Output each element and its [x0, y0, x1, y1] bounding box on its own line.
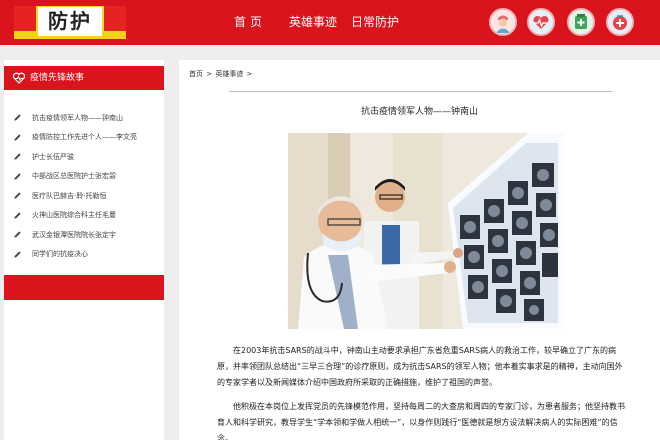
divider: [229, 91, 612, 92]
sidebar: 疫情先锋故事 抗击疫情领军人物——钟南山 疫情防控工作先进个人——李文亮 护士长…: [4, 60, 164, 440]
top-header: 防护 首页 英雄事迹 日常防护: [0, 0, 660, 45]
breadcrumb-tail: >: [244, 70, 253, 78]
list-item-label: 同学们的抗疫决心: [32, 250, 88, 259]
list-item-label: 疫情防控工作先进个人——李文亮: [32, 133, 137, 142]
list-item[interactable]: 护士长伍严骏: [4, 147, 164, 167]
pencil-icon: [14, 251, 21, 258]
list-item[interactable]: 中部战区总医院护士张宏碧: [4, 167, 164, 187]
list-item-label: 医疗队巴赫吉·聆·托勒恒: [32, 191, 107, 200]
breadcrumb-home[interactable]: 首页: [189, 70, 203, 78]
pencil-icon: [14, 192, 21, 199]
nurse-avatar-icon[interactable]: [489, 8, 517, 36]
list-item[interactable]: 医疗队巴赫吉·聆·托勒恒: [4, 186, 164, 206]
pencil-icon: [14, 231, 21, 238]
pencil-icon: [14, 114, 21, 121]
logo-text: 防护: [48, 9, 92, 33]
list-item[interactable]: 火神山医院综合科主任毛蔓: [4, 206, 164, 226]
breadcrumb: 首页 > 英雄事迹 >: [189, 69, 253, 79]
story-list: 抗击疫情领军人物——钟南山 疫情防控工作先进个人——李文亮 护士长伍严骏 中部战…: [4, 108, 164, 264]
heart-pulse-icon: [12, 72, 26, 84]
article-title: 抗击疫情领军人物——钟南山: [360, 107, 478, 117]
site-logo[interactable]: 防护: [14, 6, 126, 39]
sidebar-title: 疫情先锋故事: [30, 73, 85, 83]
article-panel: 首页 > 英雄事迹 > 抗击疫情领军人物——钟南山 在2003年抗击SARS的战…: [179, 60, 660, 440]
list-item[interactable]: 同学们的抗疫决心: [4, 245, 164, 265]
nav-hero-stories[interactable]: 英雄事迹: [289, 0, 337, 45]
first-aid-icon[interactable]: [606, 8, 634, 36]
medicine-icon[interactable]: [567, 8, 595, 36]
pencil-icon: [14, 173, 21, 180]
sidebar-footer-bar: [4, 275, 164, 300]
article-paragraph: 他积极在本岗位上发挥党员的先锋模范作用，坚持每周二的大查房和周四的专家门诊，为患…: [217, 402, 625, 440]
nav-home[interactable]: 首页: [234, 0, 266, 45]
pencil-icon: [14, 153, 21, 160]
pencil-icon: [14, 212, 21, 219]
list-item-label: 抗击疫情领军人物——钟南山: [32, 113, 123, 122]
breadcrumb-separator: >: [204, 70, 215, 78]
list-item-label: 护士长伍严骏: [32, 152, 74, 161]
list-item[interactable]: 抗击疫情领军人物——钟南山: [4, 108, 164, 128]
list-item-label: 武汉金银潭医院院长张定宇: [32, 230, 116, 239]
list-item[interactable]: 疫情防控工作先进个人——李文亮: [4, 128, 164, 148]
nav-daily-protection[interactable]: 日常防护: [351, 0, 399, 45]
sidebar-title-bar: 疫情先锋故事: [4, 66, 164, 90]
article-paragraph: 在2003年抗击SARS的战斗中，钟南山主动要求承担广东省危重SARS病人的救治…: [217, 346, 623, 387]
breadcrumb-section[interactable]: 英雄事迹: [215, 70, 243, 78]
list-item-label: 中部战区总医院护士张宏碧: [32, 172, 116, 181]
pencil-icon: [14, 134, 21, 141]
list-item[interactable]: 武汉金银潭医院院长张定宇: [4, 225, 164, 245]
list-item-label: 火神山医院综合科主任毛蔓: [32, 211, 116, 220]
article-photo: [288, 133, 564, 329]
heart-monitor-icon[interactable]: [527, 8, 555, 36]
